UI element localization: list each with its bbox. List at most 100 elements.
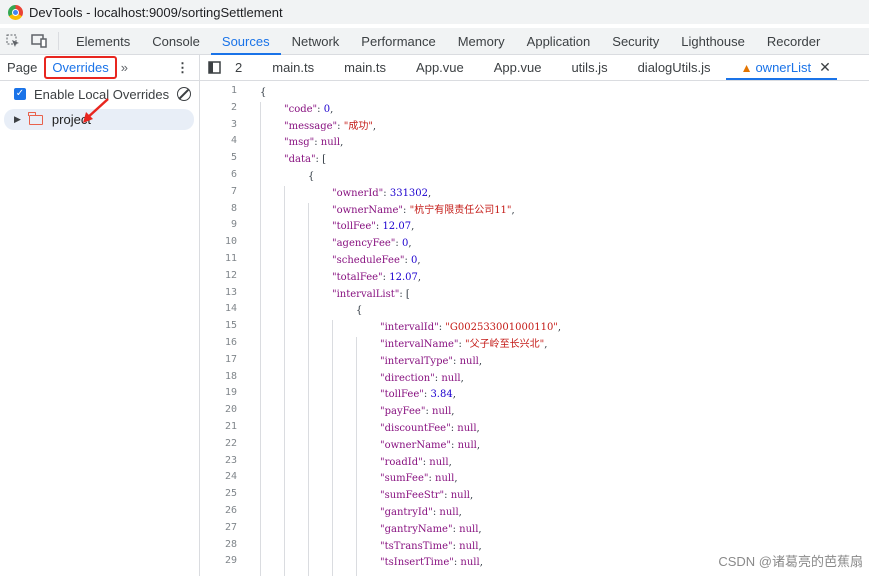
code-token: , bbox=[460, 372, 464, 384]
code-token: , bbox=[479, 557, 483, 569]
file-tab[interactable]: main.ts bbox=[257, 55, 329, 80]
code-token: "tsTransTime" bbox=[380, 540, 453, 552]
tab-page[interactable]: Page bbox=[0, 55, 44, 80]
devtools-main-tabs: Elements Console Sources Network Performance… bbox=[0, 28, 869, 55]
tab-sources[interactable]: Sources bbox=[210, 28, 281, 55]
code-line: "discountFee": null, bbox=[380, 420, 480, 437]
code-token: null bbox=[320, 137, 341, 149]
code-token: null bbox=[450, 490, 470, 502]
code-token: "msg" bbox=[284, 137, 315, 149]
code-token: , bbox=[544, 339, 548, 350]
line-number: 9 bbox=[230, 219, 237, 231]
code-line: "sumFee": null, bbox=[380, 470, 458, 487]
line-number: 12 bbox=[224, 269, 237, 281]
code-line: "ownerId": 331302, bbox=[332, 185, 431, 202]
indent-guide bbox=[332, 320, 333, 576]
code-token: { bbox=[308, 171, 315, 182]
more-tabs-icon[interactable]: » bbox=[117, 55, 132, 80]
code-token: null bbox=[441, 372, 461, 384]
code-token: "intervalId" bbox=[380, 322, 439, 334]
file-tab[interactable]: 2 bbox=[227, 55, 257, 80]
line-number: 14 bbox=[224, 303, 237, 315]
tab-application[interactable]: Application bbox=[516, 28, 602, 54]
toolbar-divider bbox=[58, 32, 59, 50]
line-number: 29 bbox=[224, 555, 237, 567]
code-token: , bbox=[476, 439, 481, 451]
code-token: , bbox=[330, 103, 334, 115]
expand-triangle-icon[interactable]: ▶ bbox=[14, 114, 21, 125]
line-number: 26 bbox=[224, 505, 237, 516]
line-number: 24 bbox=[224, 471, 237, 483]
code-token: : [ bbox=[399, 288, 410, 300]
code-token: "direction" bbox=[380, 372, 435, 384]
navigator-menu-icon[interactable]: ⋮ bbox=[166, 55, 199, 80]
code-line: "tsInsertTime": null, bbox=[380, 554, 483, 571]
file-tab[interactable]: App.vue bbox=[479, 55, 557, 80]
code-token: "discountFee" bbox=[380, 423, 451, 434]
code-line: "tollFee": 12.07, bbox=[332, 218, 414, 235]
tab-elements[interactable]: Elements bbox=[65, 28, 141, 54]
code-token: "gantryId" bbox=[380, 507, 433, 518]
file-tab-label: main.ts bbox=[344, 60, 387, 75]
file-tab[interactable]: dialogUtils.js bbox=[623, 55, 726, 80]
toggle-navigator-icon[interactable] bbox=[200, 55, 227, 80]
file-tab-label: main.ts bbox=[272, 60, 315, 75]
tab-lighthouse[interactable]: Lighthouse bbox=[670, 28, 756, 54]
line-number: 10 bbox=[224, 236, 237, 248]
device-toolbar-icon[interactable] bbox=[26, 28, 52, 54]
line-number: 2 bbox=[230, 101, 237, 113]
code-token: "ownerId" bbox=[332, 187, 384, 199]
main-tab-strip: Elements Console Sources Network Performance… bbox=[65, 28, 831, 55]
line-number: 17 bbox=[224, 353, 237, 365]
inspect-element-icon[interactable] bbox=[0, 28, 26, 54]
annotation-arrow-icon bbox=[83, 98, 109, 123]
tab-security[interactable]: Security bbox=[601, 28, 670, 54]
code-token: "sumFee" bbox=[380, 473, 429, 485]
code-token: , bbox=[478, 523, 482, 535]
file-tab-strip: 2 main.ts main.ts App.vue App.vue utils.js dia… bbox=[227, 55, 838, 80]
file-tab-label: 2 bbox=[235, 60, 243, 75]
tab-recorder[interactable]: Recorder bbox=[756, 28, 831, 54]
tab-performance[interactable]: Performance bbox=[350, 28, 446, 54]
code-line: "sumFeeStr": null, bbox=[380, 487, 473, 504]
line-number: 16 bbox=[224, 337, 237, 348]
line-number: 27 bbox=[224, 521, 237, 533]
file-tab[interactable]: App.vue bbox=[401, 55, 479, 80]
code-line: "intervalName": "父子岭至长兴北", bbox=[380, 336, 547, 353]
indent-guide bbox=[260, 101, 261, 576]
code-line: "intervalId": "G002533001000110", bbox=[380, 319, 561, 336]
code-editor[interactable]: 1 2 3 4 5 6 7 8 9 10 11 12 13 14 15 16 17 18 19 20 21 22 23 24 2… bbox=[200, 81, 869, 576]
code-line: "tollFee": 3.84, bbox=[380, 386, 456, 403]
code-token: , bbox=[448, 456, 452, 468]
chrome-logo-icon bbox=[8, 4, 23, 20]
enable-overrides-checkbox[interactable]: ✓ bbox=[14, 88, 26, 100]
navigator-tabs: Page Overrides » ⋮ bbox=[0, 55, 200, 80]
warning-icon: ▲ bbox=[740, 60, 753, 75]
file-tab-label: ownerList bbox=[755, 60, 812, 75]
line-number: 1 bbox=[230, 85, 237, 96]
code-token: "roadId" bbox=[380, 456, 423, 468]
tab-memory[interactable]: Memory bbox=[447, 28, 516, 54]
code-token: , bbox=[557, 322, 562, 334]
tab-network[interactable]: Network bbox=[281, 28, 351, 54]
code-token: , bbox=[408, 238, 412, 250]
tab-overrides[interactable]: Overrides bbox=[44, 56, 117, 79]
code-token: "tollFee" bbox=[332, 221, 376, 233]
code-content[interactable]: {"code": 0, "message": "成功", "msg": null, "… bbox=[248, 81, 868, 576]
tab-console[interactable]: Console bbox=[141, 28, 211, 54]
file-tab[interactable]: utils.js bbox=[556, 55, 622, 80]
code-line: "tsTransTime": null, bbox=[380, 538, 482, 555]
code-line: "agencyFee": 0, bbox=[332, 235, 412, 252]
code-token: 12.07 bbox=[382, 221, 412, 233]
clear-overrides-icon[interactable] bbox=[177, 87, 191, 101]
close-tab-icon[interactable]: ✕ bbox=[819, 59, 831, 76]
code-token: 12.07 bbox=[389, 271, 418, 283]
line-number: 5 bbox=[230, 152, 237, 164]
code-token: "scheduleFee" bbox=[332, 255, 405, 266]
code-token: null bbox=[435, 473, 455, 485]
file-tab[interactable]: ▲ ownerList ✕ bbox=[725, 55, 838, 80]
code-line: "ownerName": "杭宁有限责任公司11", bbox=[332, 202, 515, 219]
file-tab[interactable]: main.ts bbox=[329, 55, 401, 80]
code-token: null bbox=[457, 439, 477, 451]
line-number: 21 bbox=[224, 421, 237, 432]
